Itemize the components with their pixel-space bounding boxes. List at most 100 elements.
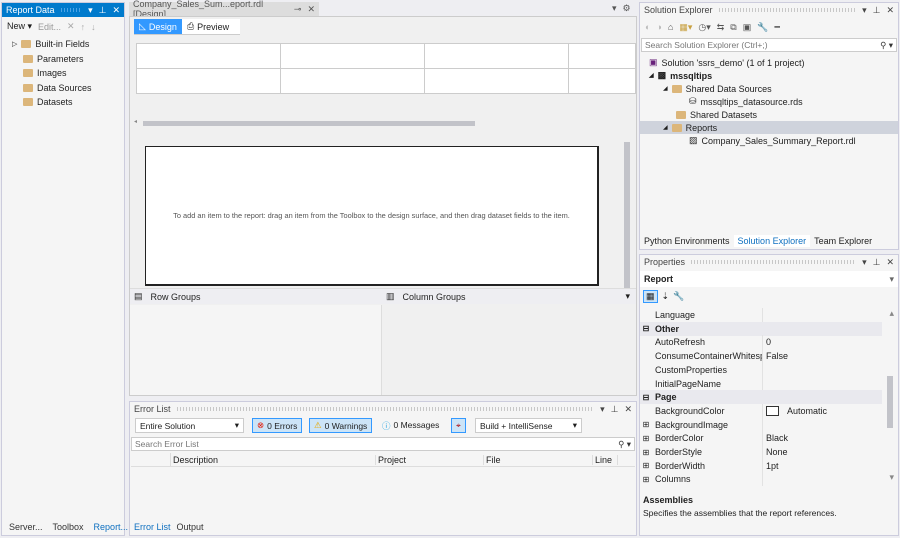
column-project[interactable]: Project xyxy=(376,454,484,465)
property-row[interactable]: ⊞ BackgroundImage xyxy=(640,417,882,432)
errors-filter-button[interactable]: ⊗ 0 Errors xyxy=(252,418,303,433)
expand-icon[interactable]: ⊞ xyxy=(640,461,652,470)
expand-icon[interactable]: ⊞ xyxy=(640,420,652,429)
tree-item-datasource[interactable]: ⛁ mssqltips_datasource.rds xyxy=(689,95,803,108)
expand-icon[interactable]: ▷ xyxy=(12,40,17,48)
tab-server-explorer[interactable]: Server... xyxy=(9,522,43,532)
property-row[interactable]: CustomProperties xyxy=(640,362,882,377)
document-tab[interactable]: Company_Sales_Sum...eport.rdl [Design] ⊸ ✕ xyxy=(129,0,319,19)
property-category[interactable]: ⊟ Other xyxy=(640,321,882,336)
column-line[interactable]: Line xyxy=(593,454,618,465)
messages-filter-button[interactable]: ⓘ 0 Messages xyxy=(382,420,439,432)
tree-item-data-sources[interactable]: Data Sources xyxy=(23,81,92,94)
property-value[interactable]: Automatic xyxy=(763,405,827,416)
collapse-icon[interactable]: ◢ xyxy=(649,72,654,79)
search-error-list-input[interactable]: Search Error List ⚲ ▾ xyxy=(131,437,635,451)
pin-icon[interactable]: ⊥ xyxy=(873,257,881,268)
property-row[interactable]: ⊞ BorderWidth 1pt xyxy=(640,458,882,473)
dropdown-icon[interactable]: ▾ xyxy=(612,3,617,14)
property-row[interactable]: AutoRefresh 0 xyxy=(640,335,882,350)
delete-icon[interactable]: ✕ xyxy=(67,21,75,32)
categorized-icon[interactable]: ▦ xyxy=(643,290,658,303)
build-dropdown[interactable]: Build + IntelliSense ▾ xyxy=(475,418,582,433)
move-up-icon[interactable]: ↑ xyxy=(81,22,86,32)
tree-item-parameters[interactable]: Parameters xyxy=(23,52,84,65)
tab-preview[interactable]: ⎙ Preview xyxy=(182,19,234,34)
column-file[interactable]: File xyxy=(484,454,593,465)
tab-output[interactable]: Output xyxy=(177,522,204,532)
expand-icon[interactable]: ⊞ xyxy=(640,434,652,443)
close-icon[interactable]: ✕ xyxy=(886,5,894,16)
horizontal-scrollbar[interactable]: ◂ xyxy=(134,119,626,126)
pin-icon[interactable]: ⊥ xyxy=(99,5,107,16)
move-down-icon[interactable]: ↓ xyxy=(91,22,96,32)
dropdown-icon[interactable]: ▾ xyxy=(862,257,867,268)
scroll-down-icon[interactable]: ▾ xyxy=(889,472,894,483)
dropdown-icon[interactable]: ▾ xyxy=(862,5,867,16)
property-value[interactable]: False xyxy=(763,351,788,361)
property-row[interactable]: ⊞ Columns xyxy=(640,472,882,486)
pending-changes-icon[interactable]: ◷▾ xyxy=(698,22,710,33)
property-row[interactable]: ⊞ BorderStyle None xyxy=(640,445,882,459)
property-row[interactable]: BackgroundColor Automatic xyxy=(640,403,882,418)
collapse-icon[interactable]: ⊟ xyxy=(640,393,652,402)
tab-team-explorer[interactable]: Team Explorer xyxy=(810,235,876,247)
close-icon[interactable]: ✕ xyxy=(307,4,315,15)
collapse-all-icon[interactable]: ⧉ xyxy=(730,22,736,33)
tree-item-solution[interactable]: ▣ Solution 'ssrs_demo' (1 of 1 project) xyxy=(649,56,805,69)
tab-solution-explorer[interactable]: Solution Explorer xyxy=(733,235,811,247)
property-value[interactable]: 0 xyxy=(763,337,771,347)
property-value[interactable]: 1pt xyxy=(763,461,779,471)
expand-icon[interactable]: ⊞ xyxy=(640,475,652,484)
tree-item-report-file[interactable]: ▨ Company_Sales_Summary_Report.rdl xyxy=(689,134,856,147)
property-row[interactable]: InitialPageName xyxy=(640,376,882,391)
scope-dropdown[interactable]: Entire Solution ▾ xyxy=(135,418,244,433)
collapse-icon[interactable]: ⊟ xyxy=(640,324,652,333)
property-pages-icon[interactable]: 🔧 xyxy=(673,291,684,302)
filter-button[interactable]: ⌖ xyxy=(451,418,466,433)
pin-icon[interactable]: ⊥ xyxy=(873,5,881,16)
scroll-up-icon[interactable]: ▴ xyxy=(889,308,894,319)
close-icon[interactable]: ✕ xyxy=(624,404,632,415)
new-button[interactable]: New ▾ xyxy=(7,21,32,32)
tab-report-data[interactable]: Report... xyxy=(94,522,129,532)
tree-item-project[interactable]: ◢ ▩ mssqltips xyxy=(649,69,712,82)
dropdown-icon[interactable]: ▾ xyxy=(88,5,93,16)
dropdown-icon[interactable]: ▾ xyxy=(625,291,630,302)
property-row[interactable]: Language xyxy=(640,308,882,322)
property-value[interactable]: None xyxy=(763,447,788,457)
property-grid-scrollbar[interactable] xyxy=(887,376,893,428)
dropdown-icon[interactable]: ▾ xyxy=(600,404,605,415)
close-icon[interactable]: ✕ xyxy=(112,5,120,16)
tab-error-list[interactable]: Error List xyxy=(134,522,171,532)
warnings-filter-button[interactable]: ⚠ 0 Warnings xyxy=(309,418,373,433)
expand-icon[interactable]: ⊞ xyxy=(640,448,652,457)
property-row[interactable]: ⊞ BorderColor Black xyxy=(640,431,882,446)
tab-design[interactable]: ◺ Design xyxy=(134,19,182,34)
back-icon[interactable]: ◐ xyxy=(645,22,650,33)
tree-item-shared-datasets[interactable]: Shared Datasets xyxy=(676,108,757,121)
home-icon[interactable]: ⌂ xyxy=(668,22,673,33)
search-solution-explorer-input[interactable]: Search Solution Explorer (Ctrl+;) ⚲ ▾ xyxy=(641,38,897,52)
forward-icon[interactable]: ◑ xyxy=(656,22,661,33)
property-row[interactable]: ConsumeContainerWhitespa False xyxy=(640,349,882,364)
settings-icon[interactable]: ⚙ xyxy=(623,3,631,14)
property-category[interactable]: ⊟ Page xyxy=(640,390,882,405)
show-all-files-icon[interactable]: ▣ xyxy=(743,22,752,33)
column-description[interactable]: Description xyxy=(171,454,376,465)
alphabetical-icon[interactable]: ⇣ xyxy=(662,291,670,302)
tab-toolbox[interactable]: Toolbox xyxy=(53,522,84,532)
property-value[interactable]: Black xyxy=(763,433,788,443)
pin-icon[interactable]: ⊥ xyxy=(611,404,619,415)
switch-views-icon[interactable]: ▦▾ xyxy=(679,22,692,33)
tree-item-datasets[interactable]: Datasets xyxy=(23,95,73,108)
tab-python-environments[interactable]: Python Environments xyxy=(640,235,734,247)
collapse-icon[interactable]: ◢ xyxy=(663,124,668,131)
object-selector[interactable]: Report ▾ xyxy=(640,271,898,287)
tree-item-built-in-fields[interactable]: ▷ Built-in Fields xyxy=(12,37,89,50)
vertical-scrollbar[interactable] xyxy=(624,142,630,288)
sync-icon[interactable]: ⇆ xyxy=(717,22,725,33)
edit-button[interactable]: Edit... xyxy=(38,22,61,32)
report-body[interactable]: To add an item to the report: drag an it… xyxy=(145,146,599,286)
preview-icon[interactable]: ━ xyxy=(774,22,779,33)
